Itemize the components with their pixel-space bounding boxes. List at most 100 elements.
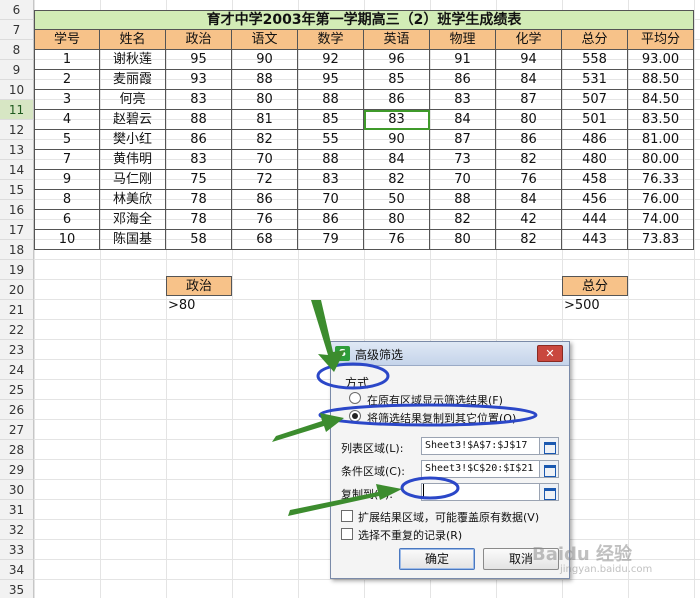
table-cell[interactable]: 林美欣 [100, 190, 166, 210]
dialog-titlebar[interactable]: S 高级筛选 ✕ [331, 342, 569, 366]
table-cell[interactable]: 谢秋莲 [100, 50, 166, 70]
row-header-19[interactable]: 19 [0, 260, 34, 280]
table-cell[interactable]: 83 [364, 110, 430, 130]
table-cell[interactable]: 74.00 [628, 210, 694, 230]
table-cell[interactable]: 赵碧云 [100, 110, 166, 130]
table-cell[interactable]: 86 [364, 90, 430, 110]
unique-records-label[interactable]: 选择不重复的记录(R) [358, 527, 462, 543]
table-cell[interactable]: 42 [496, 210, 562, 230]
table-cell[interactable]: 86 [430, 70, 496, 90]
row-header-28[interactable]: 28 [0, 440, 34, 460]
table-cell[interactable]: 88 [166, 110, 232, 130]
radio-copy-to[interactable] [349, 410, 361, 422]
table-cell[interactable]: 86 [166, 130, 232, 150]
column-header-cell[interactable]: 总分 [562, 30, 628, 50]
row-header-20[interactable]: 20 [0, 280, 34, 300]
table-cell[interactable]: 83 [166, 90, 232, 110]
table-cell[interactable]: 88 [232, 70, 298, 90]
expand-range-label[interactable]: 扩展结果区域，可能覆盖原有数据(V) [358, 509, 539, 525]
table-cell[interactable]: 7 [34, 150, 100, 170]
row-header-23[interactable]: 23 [0, 340, 34, 360]
table-cell[interactable]: 82 [430, 210, 496, 230]
table-cell[interactable]: 4 [34, 110, 100, 130]
criteria-header-zhengzhi[interactable]: 政治 [166, 276, 232, 296]
column-header-cell[interactable]: 政治 [166, 30, 232, 50]
criteria-range-picker-icon[interactable] [539, 460, 559, 478]
table-cell[interactable]: 70 [298, 190, 364, 210]
column-header-cell[interactable]: 平均分 [628, 30, 694, 50]
table-cell[interactable]: 何亮 [100, 90, 166, 110]
table-cell[interactable]: 3 [34, 90, 100, 110]
table-cell[interactable]: 84.50 [628, 90, 694, 110]
sheet-title[interactable]: 育才中学2003年第一学期高三（2）班学生成绩表 [34, 10, 694, 30]
table-cell[interactable]: 93 [166, 70, 232, 90]
unique-records-checkbox[interactable] [341, 528, 353, 540]
table-cell[interactable]: 78 [166, 190, 232, 210]
table-cell[interactable]: 90 [364, 130, 430, 150]
row-header-30[interactable]: 30 [0, 480, 34, 500]
row-header-22[interactable]: 22 [0, 320, 34, 340]
table-cell[interactable]: 87 [430, 130, 496, 150]
table-cell[interactable]: 黄伟明 [100, 150, 166, 170]
list-range-input[interactable]: Sheet3!$A$7:$J$17 [421, 437, 541, 455]
table-cell[interactable]: 79 [298, 230, 364, 250]
table-cell[interactable]: 82 [496, 150, 562, 170]
row-header-31[interactable]: 31 [0, 500, 34, 520]
row-header-35[interactable]: 35 [0, 580, 34, 598]
criteria-header-zongfen[interactable]: 总分 [562, 276, 628, 296]
table-cell[interactable]: 456 [562, 190, 628, 210]
table-cell[interactable]: 87 [496, 90, 562, 110]
table-cell[interactable]: 88.50 [628, 70, 694, 90]
expand-range-checkbox[interactable] [341, 510, 353, 522]
table-cell[interactable]: 50 [364, 190, 430, 210]
column-header-cell[interactable]: 物理 [430, 30, 496, 50]
table-cell[interactable]: 86 [232, 190, 298, 210]
table-cell[interactable]: 55 [298, 130, 364, 150]
row-header-10[interactable]: 10 [0, 80, 34, 100]
table-cell[interactable]: 83 [298, 170, 364, 190]
row-header-32[interactable]: 32 [0, 520, 34, 540]
table-cell[interactable]: 76 [496, 170, 562, 190]
table-cell[interactable]: 92 [298, 50, 364, 70]
table-cell[interactable]: 96 [364, 50, 430, 70]
table-cell[interactable]: 68 [232, 230, 298, 250]
table-cell[interactable]: 93.00 [628, 50, 694, 70]
table-cell[interactable]: 95 [166, 50, 232, 70]
table-cell[interactable]: 83 [166, 150, 232, 170]
row-header-16[interactable]: 16 [0, 200, 34, 220]
table-cell[interactable]: 80 [496, 110, 562, 130]
radio-in-place-label[interactable]: 在原有区域显示筛选结果(F) [367, 392, 503, 408]
table-cell[interactable]: 558 [562, 50, 628, 70]
row-header-14[interactable]: 14 [0, 160, 34, 180]
table-cell[interactable]: 83 [430, 90, 496, 110]
row-header-18[interactable]: 18 [0, 240, 34, 260]
table-cell[interactable]: 邓海全 [100, 210, 166, 230]
table-cell[interactable]: 72 [232, 170, 298, 190]
row-header-17[interactable]: 17 [0, 220, 34, 240]
table-cell[interactable]: 80.00 [628, 150, 694, 170]
radio-copy-to-label[interactable]: 将筛选结果复制到其它位置(O) [367, 410, 516, 426]
row-header-29[interactable]: 29 [0, 460, 34, 480]
table-cell[interactable]: 80 [232, 90, 298, 110]
table-cell[interactable]: 84 [496, 70, 562, 90]
table-cell[interactable]: 88 [430, 190, 496, 210]
table-cell[interactable]: 82 [364, 170, 430, 190]
table-cell[interactable]: 84 [364, 150, 430, 170]
table-cell[interactable]: 88 [298, 90, 364, 110]
column-header-cell[interactable]: 语文 [232, 30, 298, 50]
criteria-range-input[interactable]: Sheet3!$C$20:$I$21 [421, 460, 541, 478]
ok-button[interactable]: 确定 [399, 548, 475, 570]
table-cell[interactable]: 480 [562, 150, 628, 170]
table-cell[interactable]: 麦丽霞 [100, 70, 166, 90]
table-cell[interactable]: 444 [562, 210, 628, 230]
row-header-9[interactable]: 9 [0, 60, 34, 80]
table-cell[interactable]: 82 [496, 230, 562, 250]
copy-to-picker-icon[interactable] [539, 483, 559, 501]
table-cell[interactable]: 80 [364, 210, 430, 230]
row-header-13[interactable]: 13 [0, 140, 34, 160]
table-cell[interactable]: 86 [496, 130, 562, 150]
table-cell[interactable]: 86 [298, 210, 364, 230]
criteria-value-zhengzhi[interactable]: >80 [168, 296, 232, 316]
table-cell[interactable]: 85 [298, 110, 364, 130]
table-cell[interactable]: 73 [430, 150, 496, 170]
